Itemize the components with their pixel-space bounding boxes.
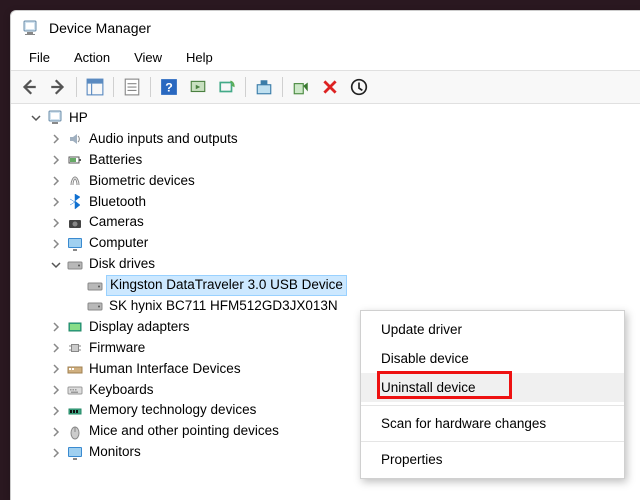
node-label: Biometric devices	[87, 172, 197, 191]
menu-file[interactable]: File	[19, 47, 60, 68]
bluetooth-icon	[66, 193, 84, 211]
category-node[interactable]: Computer	[49, 233, 640, 254]
app-icon	[21, 19, 39, 37]
category-node[interactable]: Bluetooth	[49, 192, 640, 213]
expand-icon[interactable]	[49, 446, 63, 460]
expand-icon[interactable]	[49, 362, 63, 376]
expand-icon[interactable]	[49, 153, 63, 167]
expand-icon[interactable]	[49, 216, 63, 230]
node-label: Kingston DataTraveler 3.0 USB Device	[107, 276, 346, 295]
ctx-uninstall-device[interactable]: Uninstall device	[361, 373, 624, 402]
audio-icon	[66, 130, 84, 148]
expand-icon[interactable]	[49, 320, 63, 334]
monitor-icon	[66, 444, 84, 462]
menu-view[interactable]: View	[124, 47, 172, 68]
category-node[interactable]: Cameras	[49, 212, 640, 233]
expand-icon[interactable]	[29, 111, 43, 125]
mouse-icon	[66, 423, 84, 441]
node-label: SK hynix BC711 HFM512GD3JX013N	[107, 297, 340, 316]
menu-separator	[361, 441, 624, 442]
menu-help[interactable]: Help	[176, 47, 223, 68]
disk-icon	[86, 297, 104, 315]
context-menu: Update driver Disable device Uninstall d…	[360, 310, 625, 479]
back-button[interactable]	[15, 74, 43, 100]
svg-text:?: ?	[165, 81, 173, 95]
expand-icon[interactable]	[49, 174, 63, 188]
node-label: Display adapters	[87, 318, 192, 337]
category-node[interactable]: Biometric devices	[49, 171, 640, 192]
node-label: HP	[67, 109, 90, 128]
node-label: Bluetooth	[87, 193, 148, 212]
node-label: Firmware	[87, 339, 147, 358]
ctx-disable-device[interactable]: Disable device	[361, 344, 624, 373]
expand-icon[interactable]	[49, 383, 63, 397]
ctx-properties[interactable]: Properties	[361, 445, 624, 474]
window-title: Device Manager	[49, 20, 151, 36]
battery-icon	[66, 151, 84, 169]
node-label: Monitors	[87, 443, 143, 462]
ctx-update-driver[interactable]: Update driver	[361, 315, 624, 344]
expand-icon[interactable]	[49, 195, 63, 209]
device-node-selected[interactable]: Kingston DataTraveler 3.0 USB Device	[69, 275, 640, 296]
camera-icon	[66, 214, 84, 232]
hid-icon	[66, 360, 84, 378]
view-devices-button[interactable]	[184, 74, 212, 100]
menu-bar: File Action View Help	[11, 45, 640, 70]
node-label: Human Interface Devices	[87, 360, 243, 379]
node-label: Disk drives	[87, 255, 157, 274]
uninstall-device-button[interactable]	[345, 74, 373, 100]
category-node[interactable]: Batteries	[49, 150, 640, 171]
node-label: Audio inputs and outputs	[87, 130, 240, 149]
show-hide-tree-button[interactable]	[81, 74, 109, 100]
expand-icon[interactable]	[49, 237, 63, 251]
keyboard-icon	[66, 381, 84, 399]
update-driver-button[interactable]	[250, 74, 278, 100]
toolbar: ?	[11, 70, 640, 104]
computer-icon	[46, 109, 64, 127]
root-node[interactable]: HP	[29, 108, 640, 129]
node-label: Computer	[87, 234, 150, 253]
ctx-scan-hardware[interactable]: Scan for hardware changes	[361, 409, 624, 438]
node-label: Cameras	[87, 213, 146, 232]
enable-device-button[interactable]	[287, 74, 315, 100]
menu-action[interactable]: Action	[64, 47, 120, 68]
scan-hardware-button[interactable]	[213, 74, 241, 100]
expand-icon[interactable]	[49, 341, 63, 355]
node-label: Mice and other pointing devices	[87, 422, 281, 441]
disk-icon	[86, 277, 104, 295]
fingerprint-icon	[66, 172, 84, 190]
collapse-icon[interactable]	[49, 258, 63, 272]
disk-icon	[66, 256, 84, 274]
node-label: Keyboards	[87, 381, 156, 400]
properties-button[interactable]	[118, 74, 146, 100]
expand-icon[interactable]	[49, 132, 63, 146]
monitor-icon	[66, 235, 84, 253]
node-label: Memory technology devices	[87, 401, 258, 420]
chip-icon	[66, 339, 84, 357]
node-label: Batteries	[87, 151, 144, 170]
menu-separator	[361, 405, 624, 406]
display-icon	[66, 318, 84, 336]
expand-icon[interactable]	[49, 425, 63, 439]
disable-device-button[interactable]	[316, 74, 344, 100]
category-node[interactable]: Audio inputs and outputs	[49, 129, 640, 150]
title-bar: Device Manager	[11, 11, 640, 45]
category-node-expanded[interactable]: Disk drives	[49, 254, 640, 275]
expand-icon[interactable]	[49, 404, 63, 418]
memory-icon	[66, 402, 84, 420]
forward-button[interactable]	[44, 74, 72, 100]
help-button[interactable]: ?	[155, 74, 183, 100]
